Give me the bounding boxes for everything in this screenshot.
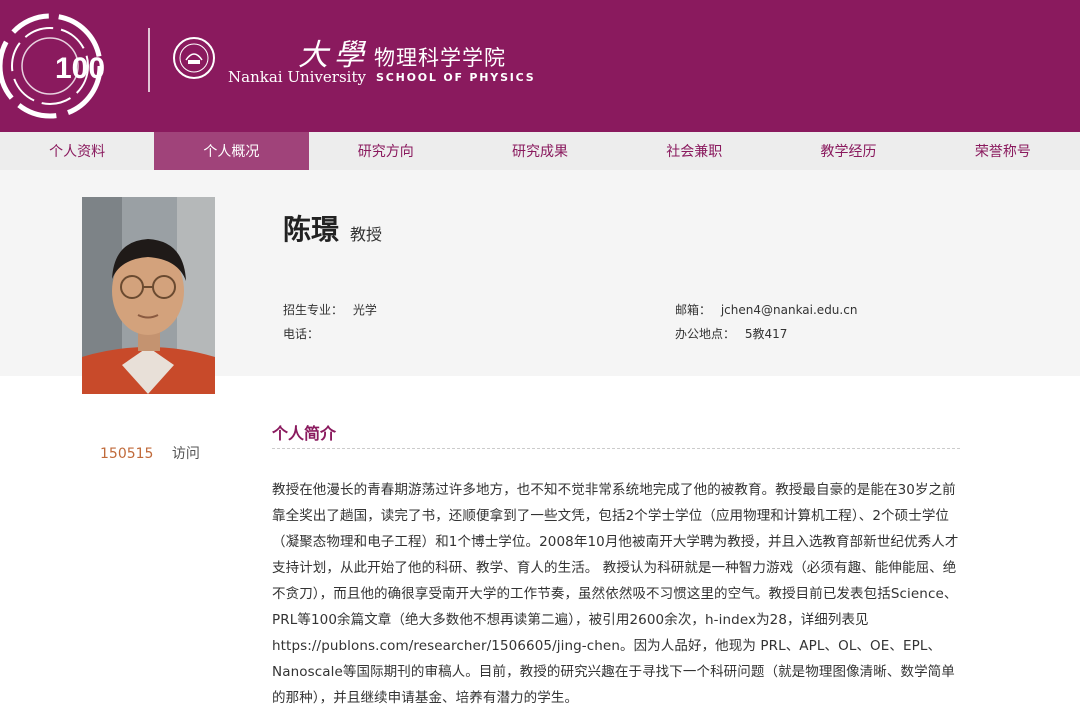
centennial-logo-icon[interactable]: 100	[0, 0, 140, 132]
major-value: 光学	[352, 303, 377, 317]
nav-tab-teaching[interactable]: 教学经历	[771, 132, 925, 170]
nav-tab-research-direction[interactable]: 研究方向	[309, 132, 463, 170]
header-divider	[148, 28, 150, 92]
email-value[interactable]: jchen4@nankai.edu.cn	[721, 303, 858, 317]
site-header: 100 大學 Nankai University 物理科学学院 SCHOOL O…	[0, 0, 1080, 132]
profile-photo	[82, 197, 215, 394]
phone-row: 电话：	[283, 325, 319, 342]
profile-nav: 个人资料 个人概况 研究方向 研究成果 社会兼职 教学经历 荣誉称号	[0, 132, 1080, 170]
university-name-en: Nankai University	[228, 68, 366, 86]
phone-label: 电话：	[283, 327, 320, 341]
nav-tab-research-results[interactable]: 研究成果	[463, 132, 617, 170]
professor-title: 教授	[350, 225, 383, 244]
logo-number: 100	[55, 52, 105, 85]
profile-photo-image	[82, 197, 215, 394]
professor-name: 陈璟	[283, 213, 340, 246]
visit-count: 150515	[100, 446, 154, 462]
university-seal-icon	[173, 37, 215, 79]
visit-counter: 150515 访问	[100, 443, 200, 463]
bio-section-divider	[272, 448, 960, 449]
major-row: 招生专业： 光学	[283, 301, 377, 318]
school-name-en: SCHOOL OF PHYSICS	[376, 71, 536, 84]
bio-section-title: 个人简介	[272, 424, 337, 443]
nav-tab-social-roles[interactable]: 社会兼职	[617, 132, 771, 170]
school-name-cn: 物理科学学院	[374, 46, 506, 70]
major-label: 招生专业：	[283, 303, 344, 317]
office-row: 办公地点： 5教417	[675, 325, 787, 342]
office-value: 5教417	[744, 327, 788, 341]
email-label: 邮箱：	[675, 303, 712, 317]
office-label: 办公地点：	[675, 327, 736, 341]
email-row: 邮箱： jchen4@nankai.edu.cn	[675, 301, 857, 318]
nav-tab-personal-info[interactable]: 个人资料	[0, 132, 154, 170]
nav-tab-honors[interactable]: 荣誉称号	[926, 132, 1080, 170]
visit-label: 访问	[171, 446, 200, 462]
nav-tab-overview[interactable]: 个人概况	[154, 132, 309, 170]
bio-text: 教授在他漫长的青春期游荡过许多地方，也不知不觉非常系统地完成了他的被教育。教授最…	[272, 482, 959, 706]
